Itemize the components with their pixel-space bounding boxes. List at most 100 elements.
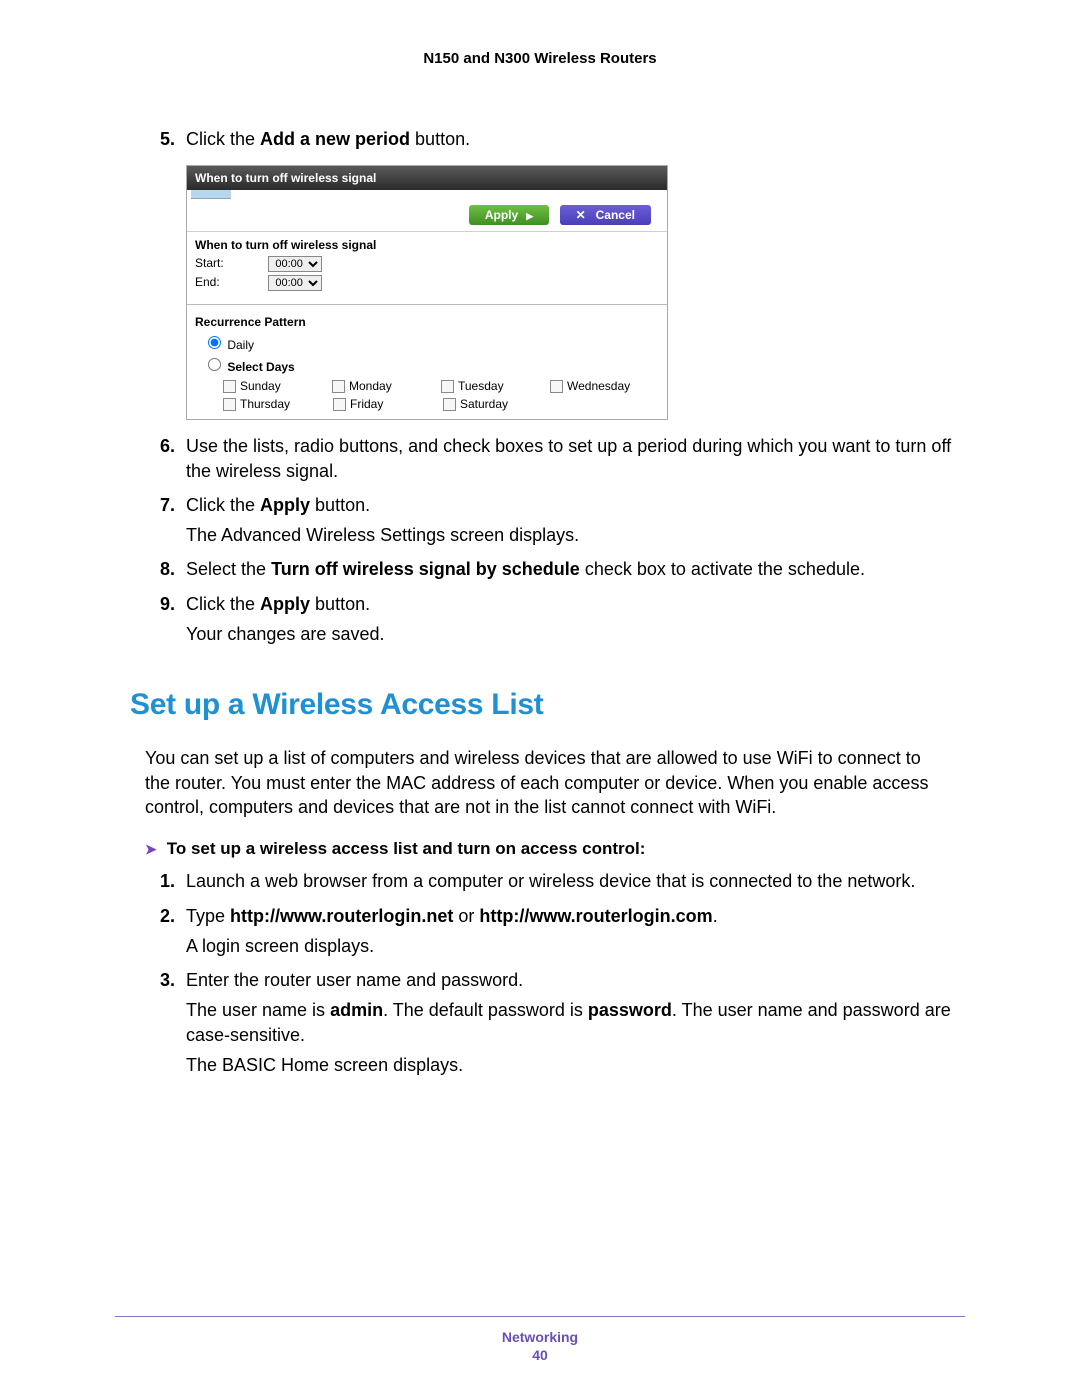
checkbox-icon bbox=[550, 380, 563, 393]
step-7: 7. Click the Apply button. bbox=[160, 493, 965, 517]
day-label: Friday bbox=[350, 397, 383, 411]
radio-daily[interactable]: Daily bbox=[203, 333, 659, 352]
day-sunday[interactable]: Sunday bbox=[223, 377, 332, 395]
step-8: 8. Select the Turn off wireless signal b… bbox=[160, 557, 965, 581]
day-saturday[interactable]: Saturday bbox=[443, 395, 553, 413]
section-heading: Set up a Wireless Access List bbox=[130, 688, 965, 722]
checkbox-icon bbox=[223, 380, 236, 393]
step-text: Launch a web browser from a computer or … bbox=[186, 869, 965, 893]
day-monday[interactable]: Monday bbox=[332, 377, 441, 395]
text: check box to activate the schedule. bbox=[580, 559, 865, 579]
day-label: Monday bbox=[349, 379, 392, 393]
checkbox-icon bbox=[441, 380, 454, 393]
step-text: Click the Apply button. bbox=[186, 493, 965, 517]
proc-step-3-sub1: The user name is admin. The default pass… bbox=[186, 998, 965, 1047]
bold-text: http://www.routerlogin.com bbox=[479, 906, 712, 926]
step-text: Use the lists, radio buttons, and check … bbox=[186, 434, 965, 483]
bold-text: password bbox=[588, 1000, 672, 1020]
day-label: Sunday bbox=[240, 379, 281, 393]
chevron-right-icon: ➤ bbox=[145, 841, 157, 858]
day-thursday[interactable]: Thursday bbox=[223, 395, 333, 413]
bold-text: Apply bbox=[260, 495, 310, 515]
start-label: Start: bbox=[195, 256, 265, 270]
text: . bbox=[713, 906, 718, 926]
bold-text: Turn off wireless signal by schedule bbox=[271, 559, 580, 579]
cancel-button[interactable]: ✕ Cancel bbox=[560, 205, 651, 225]
checkbox-icon bbox=[443, 398, 456, 411]
text: The user name is bbox=[186, 1000, 330, 1020]
step-number: 5. bbox=[160, 127, 186, 151]
footer-page-number: 40 bbox=[0, 1347, 1080, 1363]
step-text: Enter the router user name and password. bbox=[186, 968, 965, 992]
text: or bbox=[453, 906, 479, 926]
dialog-title-bar: When to turn off wireless signal bbox=[187, 166, 667, 190]
cancel-button-label: Cancel bbox=[596, 208, 635, 222]
text: . The default password is bbox=[383, 1000, 588, 1020]
text: Select the bbox=[186, 559, 271, 579]
page-footer: Networking 40 bbox=[0, 1327, 1080, 1365]
checkbox-icon bbox=[333, 398, 346, 411]
day-friday[interactable]: Friday bbox=[333, 395, 443, 413]
text: Click the bbox=[186, 129, 260, 149]
day-wednesday[interactable]: Wednesday bbox=[550, 377, 659, 395]
step-number: 7. bbox=[160, 493, 186, 517]
step-number: 1. bbox=[160, 869, 186, 893]
bold-text: Apply bbox=[260, 594, 310, 614]
procedure-heading: ➤ To set up a wireless access list and t… bbox=[145, 839, 965, 859]
step-number: 3. bbox=[160, 968, 186, 992]
radio-daily-input[interactable] bbox=[208, 336, 221, 349]
day-label: Thursday bbox=[240, 397, 290, 411]
end-label: End: bbox=[195, 275, 265, 289]
day-tuesday[interactable]: Tuesday bbox=[441, 377, 550, 395]
step-7-sub: The Advanced Wireless Settings screen di… bbox=[186, 523, 965, 547]
section-paragraph: You can set up a list of computers and w… bbox=[145, 746, 950, 819]
proc-step-2: 2. Type http://www.routerlogin.net or ht… bbox=[160, 904, 965, 928]
proc-step-1: 1. Launch a web browser from a computer … bbox=[160, 869, 965, 893]
radio-select-days-label: Select Days bbox=[227, 360, 294, 374]
text: Click the bbox=[186, 594, 260, 614]
footer-section-label: Networking bbox=[0, 1329, 1080, 1345]
play-icon: ▶ bbox=[526, 211, 533, 221]
close-icon: ✕ bbox=[576, 208, 586, 222]
text: button. bbox=[410, 129, 470, 149]
recurrence-label: Recurrence Pattern bbox=[195, 315, 659, 329]
end-time-select[interactable]: 00:00 bbox=[268, 275, 322, 291]
step-number: 6. bbox=[160, 434, 186, 483]
footer-divider bbox=[115, 1316, 965, 1317]
step-text: Click the Add a new period button. bbox=[186, 127, 965, 151]
step-9-sub: Your changes are saved. bbox=[186, 622, 965, 646]
proc-step-3: 3. Enter the router user name and passwo… bbox=[160, 968, 965, 992]
checkbox-icon bbox=[332, 380, 345, 393]
step-number: 9. bbox=[160, 592, 186, 616]
apply-button-label: Apply bbox=[485, 208, 518, 222]
radio-select-days-input[interactable] bbox=[208, 358, 221, 371]
radio-select-days[interactable]: Select Days bbox=[203, 355, 659, 374]
start-time-select[interactable]: 00:00 bbox=[268, 256, 322, 272]
dialog-tab-strip bbox=[191, 190, 231, 199]
step-text: Type http://www.routerlogin.net or http:… bbox=[186, 904, 965, 928]
bold-text: http://www.routerlogin.net bbox=[230, 906, 453, 926]
day-label: Saturday bbox=[460, 397, 508, 411]
text: Type bbox=[186, 906, 230, 926]
apply-button[interactable]: Apply ▶ bbox=[469, 205, 549, 225]
step-text: Select the Turn off wireless signal by s… bbox=[186, 557, 965, 581]
text: button. bbox=[310, 594, 370, 614]
step-6: 6. Use the lists, radio buttons, and che… bbox=[160, 434, 965, 483]
step-number: 2. bbox=[160, 904, 186, 928]
section-label: When to turn off wireless signal bbox=[195, 238, 659, 252]
step-9: 9. Click the Apply button. bbox=[160, 592, 965, 616]
day-label: Wednesday bbox=[567, 379, 630, 393]
text: button. bbox=[310, 495, 370, 515]
day-label: Tuesday bbox=[458, 379, 504, 393]
radio-daily-label: Daily bbox=[227, 338, 254, 352]
step-number: 8. bbox=[160, 557, 186, 581]
step-5: 5. Click the Add a new period button. bbox=[160, 127, 965, 151]
bold-text: admin bbox=[330, 1000, 383, 1020]
step-text: Click the Apply button. bbox=[186, 592, 965, 616]
proc-step-2-sub: A login screen displays. bbox=[186, 934, 965, 958]
checkbox-icon bbox=[223, 398, 236, 411]
procedure-title: To set up a wireless access list and tur… bbox=[167, 839, 646, 859]
bold-text: Add a new period bbox=[260, 129, 410, 149]
page-header-title: N150 and N300 Wireless Routers bbox=[115, 50, 965, 67]
proc-step-3-sub2: The BASIC Home screen displays. bbox=[186, 1053, 965, 1077]
